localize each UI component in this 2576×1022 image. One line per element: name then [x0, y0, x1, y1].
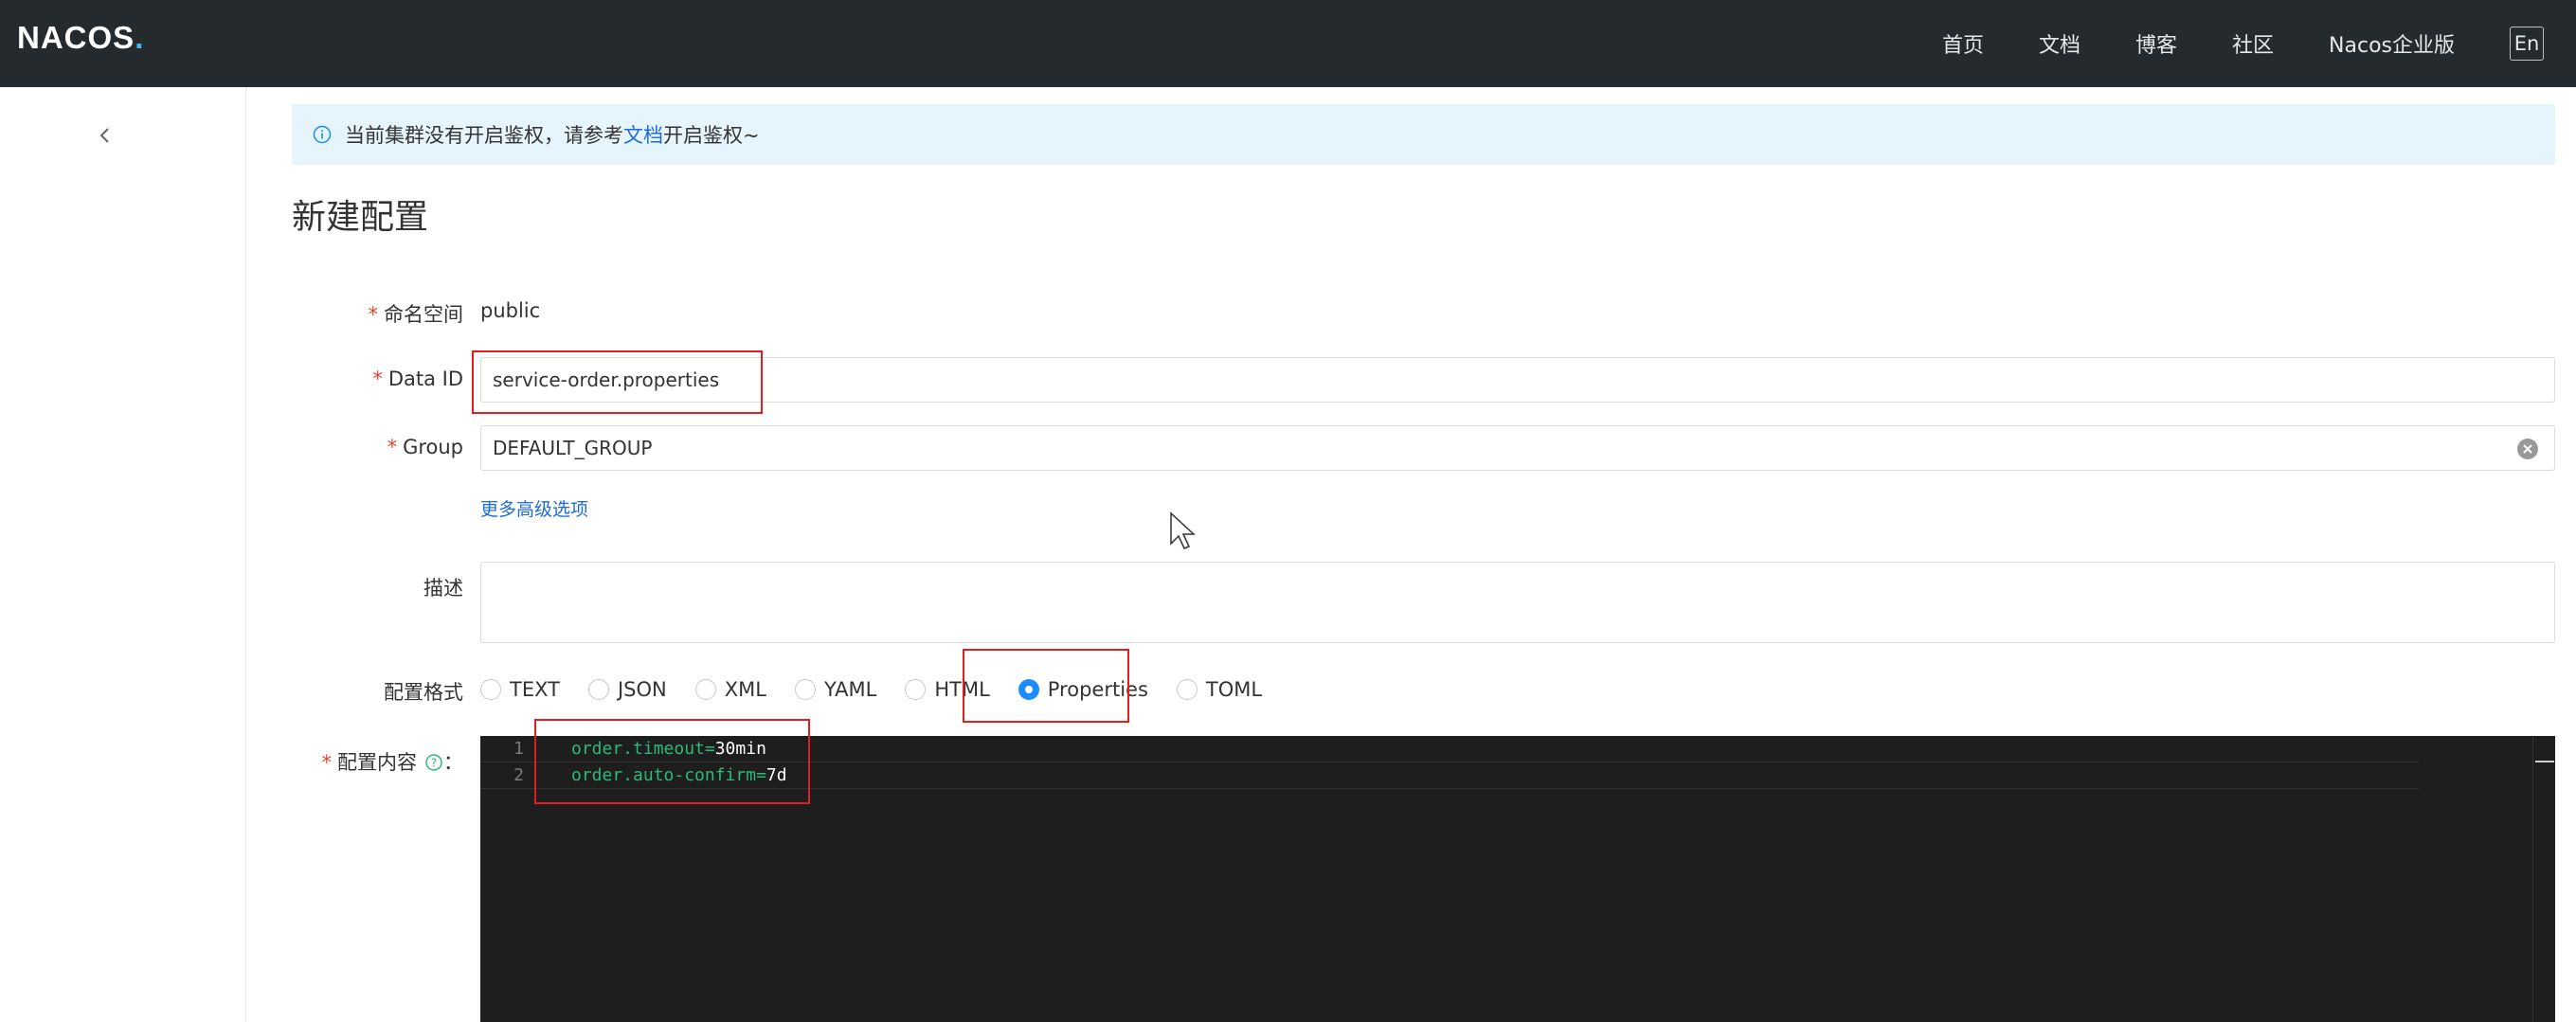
notice-text-prefix: 当前集群没有开启鉴权，请参考: [345, 124, 623, 147]
editor-line: 2 order.auto-confirm=7d: [480, 762, 2419, 789]
code-value: 7d: [766, 765, 787, 785]
line-number: 2: [513, 765, 524, 785]
page-title: 新建配置: [292, 198, 429, 237]
description-textarea[interactable]: [480, 562, 2555, 643]
format-radio-toml[interactable]: TOML: [1176, 678, 1262, 701]
code-value: 30min: [714, 739, 766, 759]
group-input[interactable]: DEFAULT_GROUP: [480, 425, 2555, 471]
config-content-editor[interactable]: 1 order.timeout=30min 2 order.auto-confi…: [480, 736, 2555, 1022]
format-radio-group: TEXT JSON XML YAML HTML Properties TOML: [480, 672, 1290, 707]
editor-line: 1 order.timeout=30min: [480, 736, 2419, 762]
format-radio-json[interactable]: JSON: [587, 678, 667, 701]
logo-dot: .: [135, 20, 145, 55]
format-radio-yaml[interactable]: YAML: [794, 678, 876, 701]
data-id-value: service-order.properties: [493, 368, 720, 391]
description-label: 描述: [423, 577, 463, 600]
sidebar: [0, 87, 246, 1022]
data-id-input[interactable]: service-order.properties: [480, 357, 2555, 403]
editor-scrollbar[interactable]: [2532, 736, 2555, 1022]
nav-item-community[interactable]: 社区: [2232, 28, 2274, 59]
data-id-label: * Data ID: [372, 368, 463, 390]
nav-item-blog[interactable]: 博客: [2135, 28, 2177, 59]
info-icon: [313, 125, 332, 144]
format-radio-html[interactable]: HTML: [905, 678, 990, 701]
format-label: 配置格式: [384, 681, 463, 704]
top-navbar: NACOS. 首页 文档 博客 社区 Nacos企业版 En: [0, 0, 2576, 87]
group-value: DEFAULT_GROUP: [493, 437, 653, 459]
format-radio-xml[interactable]: XML: [694, 678, 766, 701]
line-number: 1: [513, 739, 524, 759]
nav-item-home[interactable]: 首页: [1942, 28, 1984, 59]
code-key: order.auto-confirm=: [571, 765, 766, 785]
format-radio-properties[interactable]: Properties: [1018, 678, 1148, 701]
format-radio-text[interactable]: TEXT: [480, 678, 560, 701]
mouse-cursor-icon: [1170, 511, 1196, 549]
clear-icon[interactable]: [2516, 438, 2539, 460]
nacos-logo[interactable]: NACOS.: [17, 19, 144, 57]
namespace-label: * 命名空间: [368, 303, 464, 326]
notice-text-suffix: 开启鉴权~: [663, 124, 760, 147]
top-nav: 首页 文档 博客 社区 Nacos企业版 En: [1942, 0, 2576, 87]
more-advanced-options-link[interactable]: 更多高级选项: [480, 495, 588, 521]
nav-item-enterprise[interactable]: Nacos企业版: [2329, 28, 2455, 59]
group-label: * Group: [387, 436, 463, 458]
logo-text: NACOS: [17, 20, 135, 55]
nav-item-docs[interactable]: 文档: [2039, 28, 2081, 59]
chevron-left-icon[interactable]: [95, 125, 116, 146]
svg-text:?: ?: [431, 757, 437, 770]
notice-docs-link[interactable]: 文档: [623, 120, 663, 149]
language-switch-button[interactable]: En: [2510, 27, 2544, 61]
code-key: order.timeout=: [571, 739, 715, 759]
auth-notice: 当前集群没有开启鉴权，请参考 文档 开启鉴权~: [292, 104, 2555, 165]
namespace-value: public: [480, 299, 541, 322]
help-icon[interactable]: ?: [424, 753, 443, 772]
content-label: * 配置内容?：: [321, 751, 464, 774]
